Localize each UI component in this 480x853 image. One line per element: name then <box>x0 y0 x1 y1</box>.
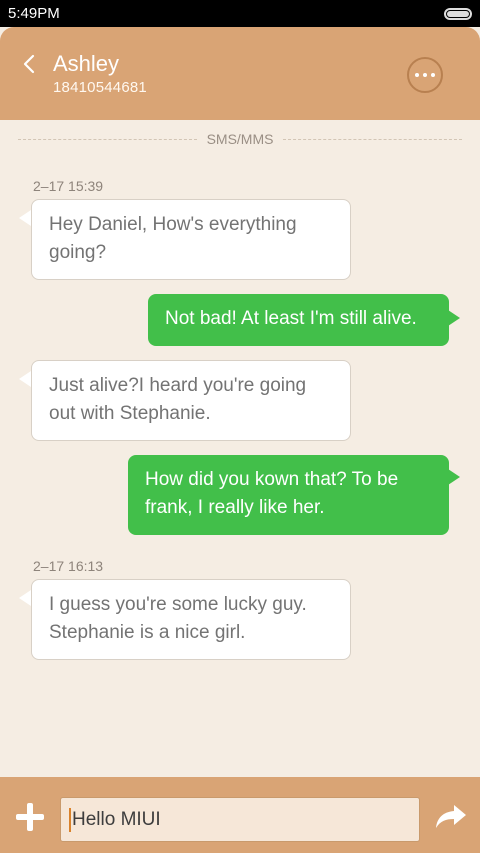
message-text: frank, I really like her. <box>145 497 325 518</box>
message-timestamp: 2–17 16:13 <box>33 558 104 574</box>
incoming-message-bubble[interactable]: Hey Daniel, How's everything going? <box>31 199 351 280</box>
message-input[interactable]: Hello MIUI <box>60 797 420 842</box>
text-cursor <box>69 807 71 832</box>
message-text: How did you kown that? To be <box>145 469 399 490</box>
bubble-tail <box>19 210 31 226</box>
message-text: Just alive?I heard you're going <box>49 375 307 396</box>
status-bar: 5:49PM <box>0 0 480 27</box>
outgoing-message-bubble[interactable]: Not bad! At least I'm still alive. <box>148 294 449 346</box>
message-text: Not bad! At least I'm still alive. <box>165 308 417 329</box>
contact-number: 18410544681 <box>53 79 147 96</box>
back-arrow-icon[interactable] <box>20 53 40 75</box>
message-text: going? <box>49 242 107 263</box>
message-text: I guess you're some lucky guy. <box>49 594 307 615</box>
message-input-text: Hello MIUI <box>72 808 161 830</box>
bubble-tail <box>448 310 460 326</box>
message-text: Hey Daniel, How's everything <box>49 214 297 235</box>
messaging-screen: 5:49PM Ashley 18410544681 SMS/MMS 2–17 1… <box>0 0 480 853</box>
contact-name[interactable]: Ashley <box>53 51 119 77</box>
message-text: out with Stephanie. <box>49 403 211 424</box>
incoming-message-bubble[interactable]: I guess you're some lucky guy. Stephanie… <box>31 579 351 660</box>
conversation-header: Ashley 18410544681 <box>0 27 480 120</box>
sms-mms-divider: SMS/MMS <box>18 130 463 148</box>
message-timestamp: 2–17 15:39 <box>33 178 104 194</box>
battery-icon <box>444 7 472 20</box>
more-options-button[interactable] <box>407 57 443 93</box>
divider-label: SMS/MMS <box>206 131 274 147</box>
status-time: 5:49PM <box>8 5 60 22</box>
plus-icon[interactable] <box>16 803 44 831</box>
send-icon[interactable] <box>434 803 468 831</box>
more-icon <box>415 73 419 77</box>
incoming-message-bubble[interactable]: Just alive?I heard you're going out with… <box>31 360 351 441</box>
bubble-tail <box>19 371 31 387</box>
outgoing-message-bubble[interactable]: How did you kown that? To be frank, I re… <box>128 455 449 535</box>
message-composer-bar: Hello MIUI <box>0 777 480 853</box>
bubble-tail <box>19 590 31 606</box>
bubble-tail <box>448 469 460 485</box>
message-text: Stephanie is a nice girl. <box>49 622 246 643</box>
